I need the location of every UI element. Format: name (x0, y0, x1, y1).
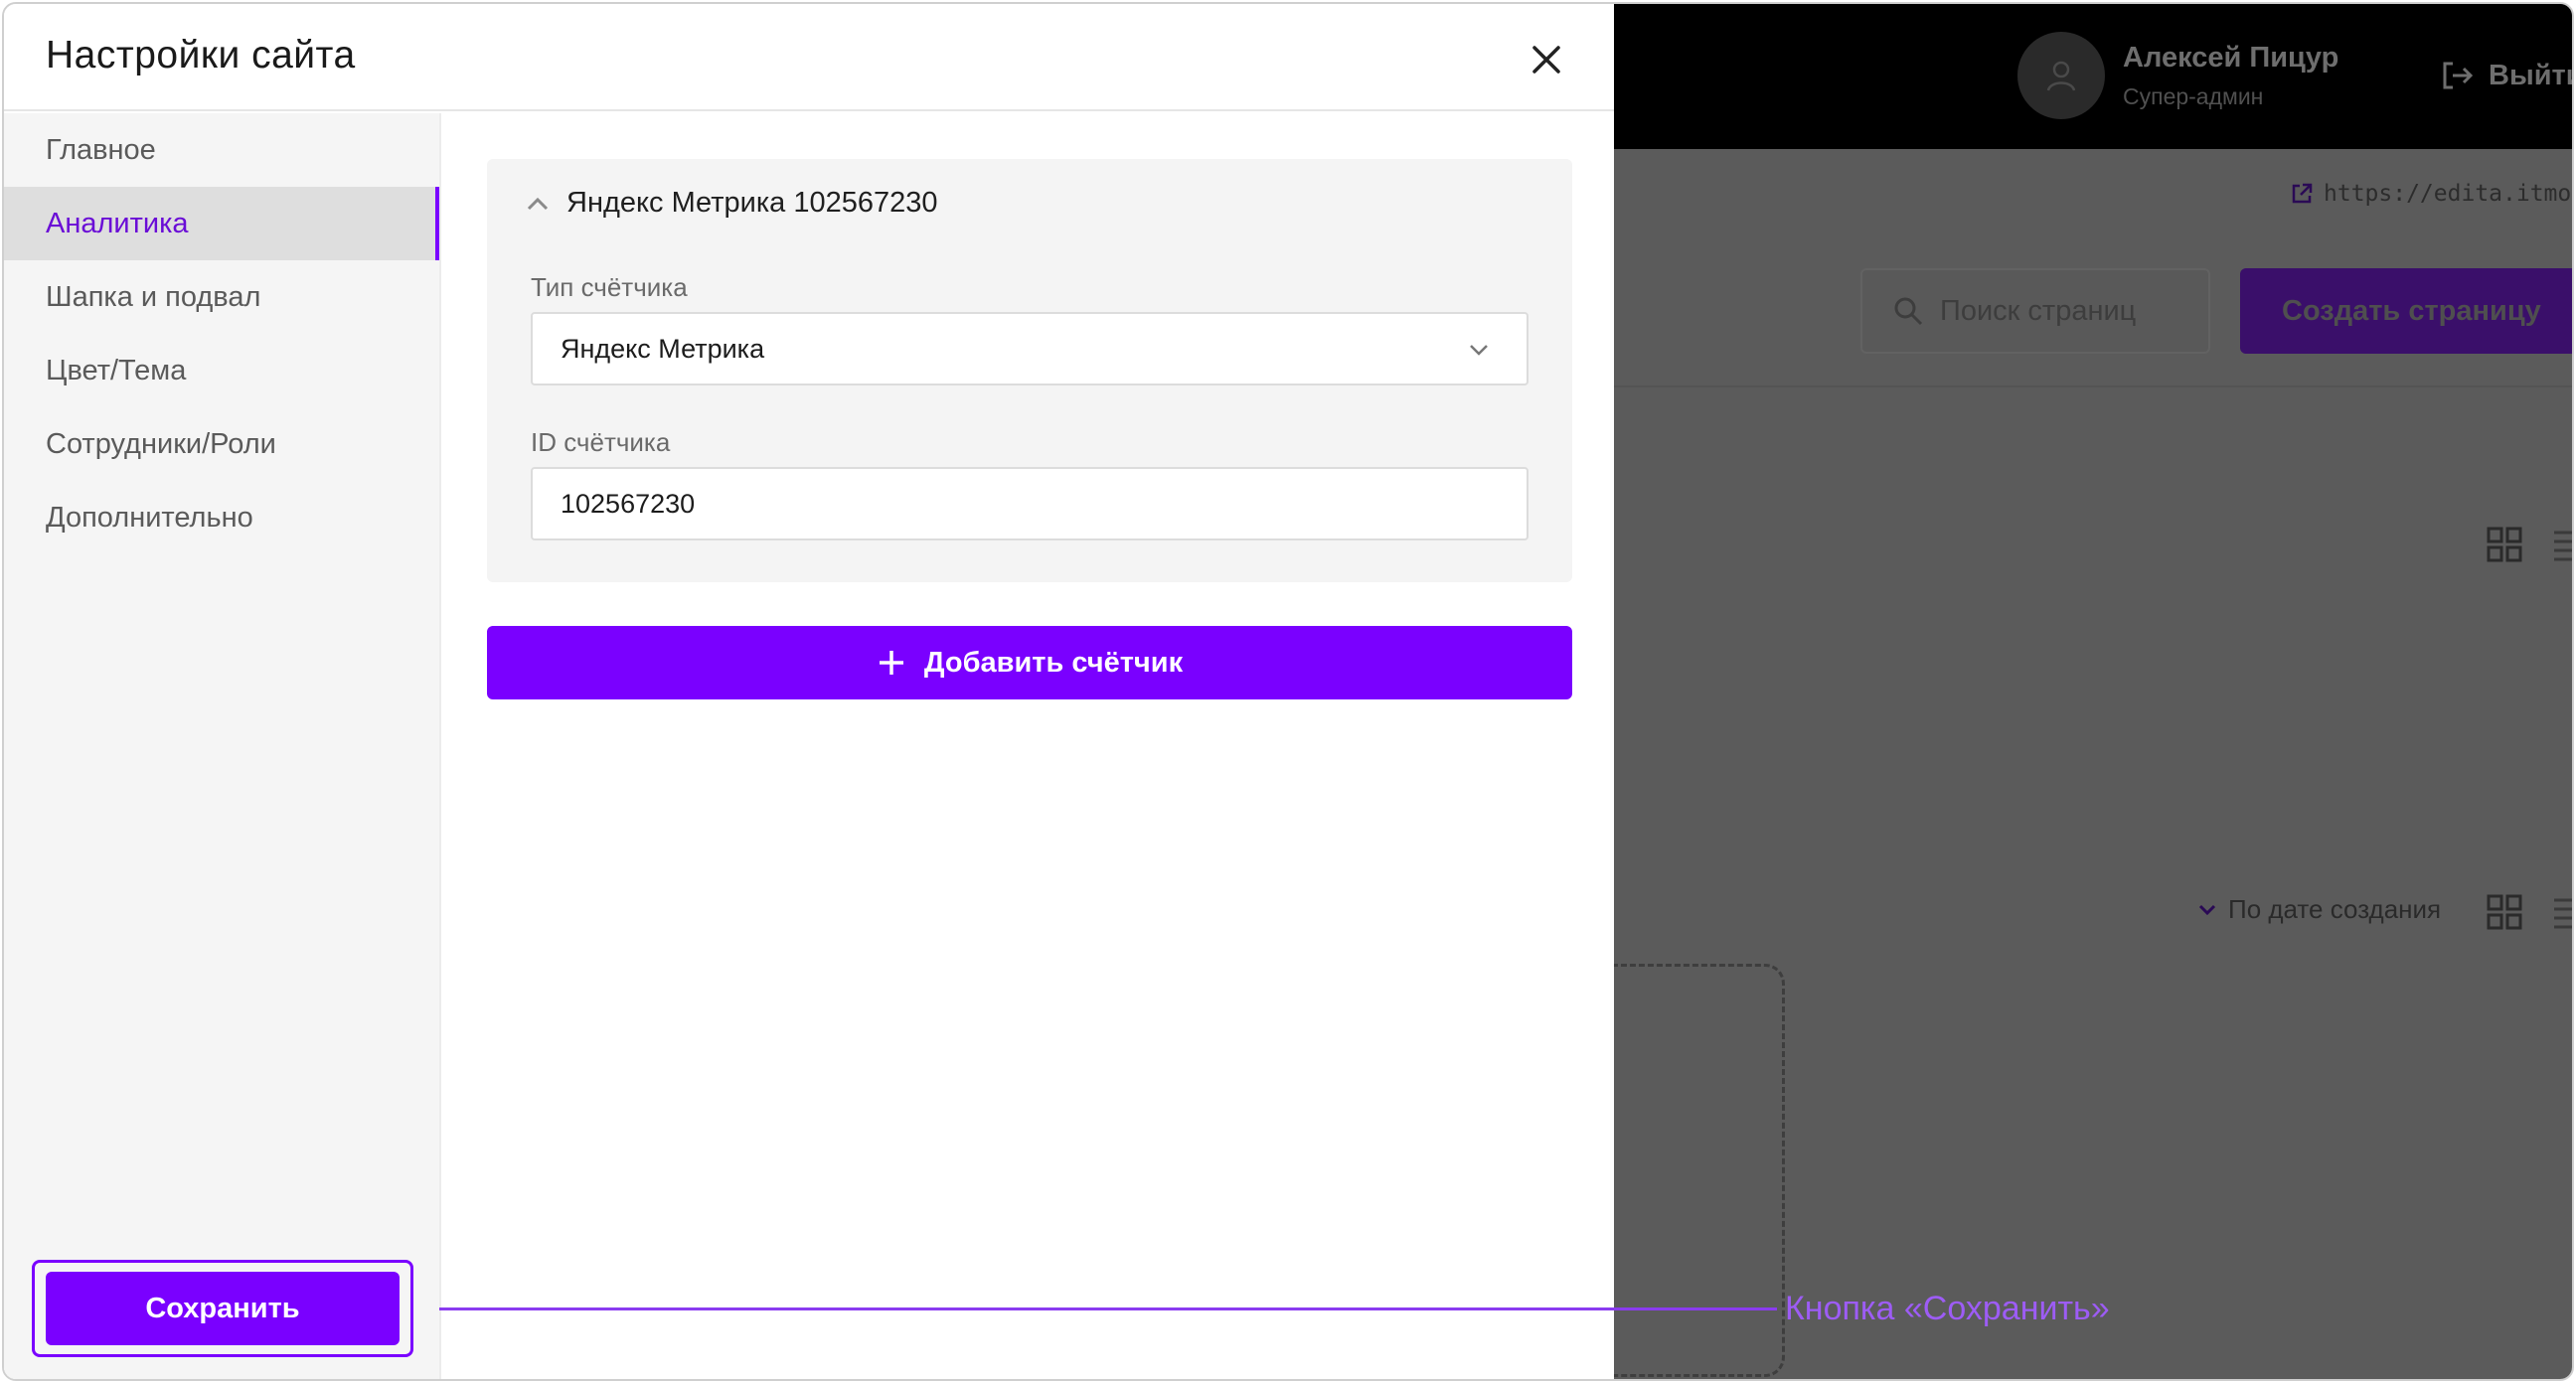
user-name: Алексей Пицур (2123, 42, 2339, 74)
logout-icon (2443, 62, 2474, 89)
save-button[interactable]: Сохранить (46, 1272, 400, 1345)
grid-view-icon (2487, 527, 2522, 562)
counter-type-value: Яндекс Метрика (561, 333, 765, 364)
add-counter-button[interactable]: Добавить счётчик (487, 626, 1572, 699)
sidebar-item-label: Шапка и подвал (46, 280, 261, 313)
chevron-down-icon (1470, 345, 1488, 356)
chevron-up-icon (527, 197, 549, 210)
search-placeholder: Поиск страниц (1940, 294, 2137, 327)
user-icon (2046, 61, 2076, 91)
page-search-input: Поиск страниц (1860, 268, 2210, 354)
logout-button: Выйти (2439, 58, 2572, 93)
sidebar-item-additional[interactable]: Дополнительно (4, 481, 439, 554)
list-view-icon (2554, 531, 2572, 561)
background-divider (1614, 385, 2572, 387)
grid-view-icon (2487, 894, 2522, 930)
counter-type-label: Тип счётчика (531, 272, 688, 302)
close-icon (1532, 46, 1560, 74)
site-link-text: https://edita.itmo.ru/r (2324, 181, 2572, 207)
list-view-icon (2554, 898, 2572, 929)
counter-id-label: ID счётчика (531, 427, 671, 457)
background-app: Алексей Пицур Супер-админ Выйти https://… (1574, 4, 2572, 1379)
logout-label: Выйти (2489, 59, 2572, 91)
sidebar-item-analytics[interactable]: Аналитика (4, 187, 439, 260)
add-counter-label: Добавить счётчик (923, 646, 1184, 679)
sort-control: По дате создания (2198, 894, 2441, 925)
sidebar-item-main[interactable]: Главное (4, 113, 439, 187)
user-role: Супер-админ (2123, 83, 2264, 109)
counter-type-select[interactable]: Яндекс Метрика (531, 312, 1529, 385)
chevron-down-icon (2198, 904, 2216, 915)
close-button[interactable] (1521, 34, 1572, 85)
site-link: https://edita.itmo.ru/r (2290, 181, 2572, 207)
external-link-icon (2292, 183, 2313, 204)
search-icon (1894, 297, 1923, 326)
create-page-button: Создать страницу (2240, 268, 2572, 354)
sidebar-item-staff-roles[interactable]: Сотрудники/Роли (4, 407, 439, 481)
modal-header: Настройки сайта (4, 4, 1614, 111)
sidebar-item-header-footer[interactable]: Шапка и подвал (4, 260, 439, 334)
sidebar-item-label: Главное (46, 133, 156, 166)
settings-sidebar: Главное Аналитика Шапка и подвал Цвет/Те… (4, 113, 441, 1379)
plus-icon (879, 651, 903, 675)
sort-label: По дате создания (2228, 894, 2442, 924)
screen-frame: Алексей Пицур Супер-админ Выйти https://… (2, 2, 2574, 1381)
sidebar-item-color-theme[interactable]: Цвет/Тема (4, 334, 439, 407)
user-avatar (2017, 32, 2105, 119)
counter-title: Яндекс Метрика 102567230 (566, 187, 938, 219)
counter-id-input[interactable] (531, 467, 1529, 540)
analytics-content: Яндекс Метрика 102567230 Тип счётчика Ян… (443, 113, 1614, 1379)
counter-card: Яндекс Метрика 102567230 Тип счётчика Ян… (487, 159, 1572, 582)
sidebar-item-label: Цвет/Тема (46, 354, 187, 386)
annotation-label: Кнопка «Сохранить» (1785, 1290, 2110, 1327)
site-settings-modal: Настройки сайта Главное Аналитика Шапка … (4, 4, 1614, 1379)
counter-card-header[interactable]: Яндекс Метрика 102567230 (527, 187, 938, 220)
sidebar-item-label: Аналитика (46, 207, 189, 239)
sidebar-item-label: Дополнительно (46, 501, 253, 534)
modal-title: Настройки сайта (46, 34, 356, 77)
annotation-line (439, 1307, 1777, 1310)
sidebar-item-label: Сотрудники/Роли (46, 427, 276, 460)
